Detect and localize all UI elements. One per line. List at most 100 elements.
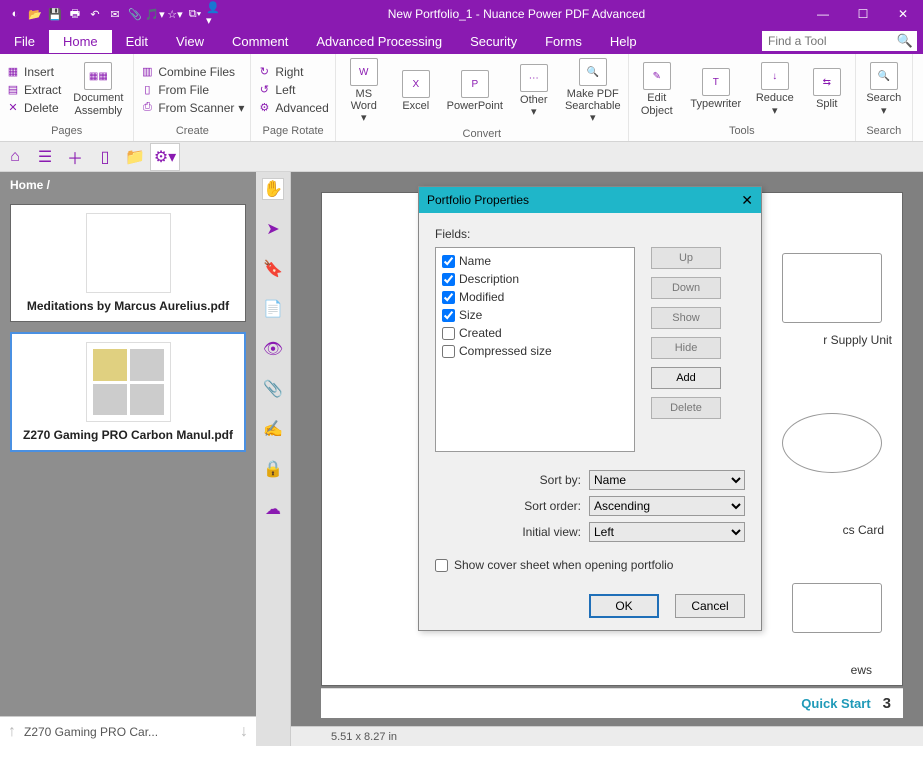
stamp-icon[interactable]: 👁	[262, 338, 284, 360]
reduce-button[interactable]: ↓Reduce ▾	[751, 56, 799, 123]
menu-file[interactable]: File	[0, 30, 49, 53]
save-icon[interactable]: 💾	[46, 5, 64, 23]
field-modified[interactable]: Modified	[442, 290, 628, 304]
word-icon: W	[350, 58, 378, 86]
search-icon[interactable]: 🔍	[897, 33, 913, 49]
field-compressed[interactable]: Compressed size	[442, 344, 628, 358]
breadcrumb[interactable]: Home /	[0, 172, 256, 198]
rotate-advanced-button[interactable]: ⚙Advanced	[255, 100, 330, 116]
menu-forms[interactable]: Forms	[531, 30, 596, 53]
rotate-right-icon: ↻	[257, 65, 271, 79]
powerpoint-button[interactable]: PPowerPoint	[444, 56, 506, 126]
cover-label: Show cover sheet when opening portfolio	[454, 558, 673, 572]
rotate-left-button[interactable]: ↺Left	[255, 82, 330, 98]
page-icon[interactable]: ▯	[90, 143, 120, 171]
portfolio-item[interactable]: Meditations by Marcus Aurelius.pdf	[10, 204, 246, 322]
document-assembly-button[interactable]: ▦▦Document Assembly	[67, 56, 129, 123]
ok-button[interactable]: OK	[589, 594, 659, 618]
find-tool[interactable]: 🔍	[762, 31, 917, 51]
sign-icon[interactable]: ✍	[262, 418, 284, 440]
dialog-titlebar[interactable]: Portfolio Properties ✕	[419, 187, 761, 213]
mail-icon[interactable]: ✉	[106, 5, 124, 23]
menu-help[interactable]: Help	[596, 30, 651, 53]
folder-icon[interactable]: 📁	[120, 143, 150, 171]
up-arrow-icon[interactable]: ↑	[8, 723, 16, 741]
cloud-icon[interactable]: ☁	[262, 498, 284, 520]
excel-icon: X	[402, 70, 430, 98]
word-button[interactable]: WMS Word ▾	[340, 56, 388, 126]
delete-button[interactable]: Delete	[651, 397, 721, 419]
add-button[interactable]: Add	[651, 367, 721, 389]
bookmark-icon[interactable]: 🔖	[262, 258, 284, 280]
insert-button[interactable]: ▦Insert	[4, 64, 63, 80]
from-scanner-button[interactable]: ⎙From Scanner ▾	[138, 100, 246, 116]
hand-icon[interactable]: ✋	[262, 178, 284, 200]
note-icon[interactable]: 🎵▾	[146, 5, 164, 23]
delete-icon: ✕	[6, 101, 20, 115]
from-file-button[interactable]: ▯From File	[138, 82, 246, 98]
copy-icon[interactable]: ⧉▾	[186, 5, 204, 23]
delete-button[interactable]: ✕Delete	[4, 100, 63, 116]
menu-home[interactable]: Home	[49, 30, 112, 53]
search-button[interactable]: 🔍Search ▾	[860, 56, 908, 123]
tool-row: ⌂ ☰ ＋ ▯ 📁 ⚙▾	[0, 142, 923, 172]
rotate-right-button[interactable]: ↻Right	[255, 64, 330, 80]
searchable-button[interactable]: 🔍Make PDF Searchable ▾	[562, 56, 624, 126]
list-icon[interactable]: ☰	[30, 143, 60, 171]
close-button[interactable]: ✕	[883, 0, 923, 28]
hide-button[interactable]: Hide	[651, 337, 721, 359]
typewriter-button[interactable]: TTypewriter	[685, 56, 747, 123]
portfolio-item[interactable]: Z270 Gaming PRO Carbon Manul.pdf	[10, 332, 246, 452]
fields-list[interactable]: Name Description Modified Size Created C…	[435, 247, 635, 452]
undo-icon[interactable]: ↶	[86, 5, 104, 23]
down-button[interactable]: Down	[651, 277, 721, 299]
lock-icon[interactable]: 🔒	[262, 458, 284, 480]
dialog-close-icon[interactable]: ✕	[741, 192, 753, 209]
titlebar: ◐ 📂 💾 🖶 ↶ ✉ 📎 🎵▾ ☆▾ ⧉▾ 👤▾ New Portfolio_…	[0, 0, 923, 28]
fields-label: Fields:	[435, 227, 745, 241]
edit-object-button[interactable]: ✎Edit Object	[633, 56, 681, 123]
star-icon[interactable]: ☆▾	[166, 5, 184, 23]
menu-view[interactable]: View	[162, 30, 218, 53]
initial-view-select[interactable]: Left	[589, 522, 745, 542]
split-button[interactable]: ⇆Split	[803, 56, 851, 123]
home-icon[interactable]: ⌂	[0, 143, 30, 171]
quick-access-toolbar: ◐ 📂 💾 🖶 ↶ ✉ 📎 🎵▾ ☆▾ ⧉▾ 👤▾	[0, 5, 230, 23]
cancel-button[interactable]: Cancel	[675, 594, 745, 618]
arrow-icon[interactable]: ➤	[262, 218, 284, 240]
sort-by-select[interactable]: Name	[589, 470, 745, 490]
menu-edit[interactable]: Edit	[112, 30, 162, 53]
menu-advanced[interactable]: Advanced Processing	[302, 30, 456, 53]
down-arrow-icon[interactable]: ↓	[240, 723, 248, 741]
sort-order-select[interactable]: Ascending	[589, 496, 745, 516]
field-size[interactable]: Size	[442, 308, 628, 322]
menu-security[interactable]: Security	[456, 30, 531, 53]
document-icon[interactable]: 📄	[262, 298, 284, 320]
rotate-left-icon: ↺	[257, 83, 271, 97]
find-tool-input[interactable]	[762, 31, 917, 51]
advanced-icon: ⚙	[257, 101, 271, 115]
extract-icon: ▤	[6, 83, 20, 97]
open-icon[interactable]: 📂	[26, 5, 44, 23]
gear-icon[interactable]: ⚙▾	[150, 143, 180, 171]
group-label-search: Search	[860, 123, 908, 139]
clip-icon[interactable]: 📎	[126, 5, 144, 23]
combine-files-button[interactable]: ▥Combine Files	[138, 64, 246, 80]
menu-comment[interactable]: Comment	[218, 30, 302, 53]
up-button[interactable]: Up	[651, 247, 721, 269]
show-button[interactable]: Show	[651, 307, 721, 329]
maximize-button[interactable]: ☐	[843, 0, 883, 28]
extract-button[interactable]: ▤Extract	[4, 82, 63, 98]
field-name[interactable]: Name	[442, 254, 628, 268]
page-dimensions: 5.51 x 8.27 in	[291, 731, 397, 743]
other-button[interactable]: ⋯Other ▾	[510, 56, 558, 126]
field-description[interactable]: Description	[442, 272, 628, 286]
user-icon[interactable]: 👤▾	[206, 5, 224, 23]
cover-checkbox[interactable]	[435, 559, 448, 572]
print-icon[interactable]: 🖶	[66, 5, 84, 23]
field-created[interactable]: Created	[442, 326, 628, 340]
add-icon[interactable]: ＋	[60, 143, 90, 171]
excel-button[interactable]: XExcel	[392, 56, 440, 126]
minimize-button[interactable]: —	[803, 0, 843, 28]
attach-icon[interactable]: 📎	[262, 378, 284, 400]
